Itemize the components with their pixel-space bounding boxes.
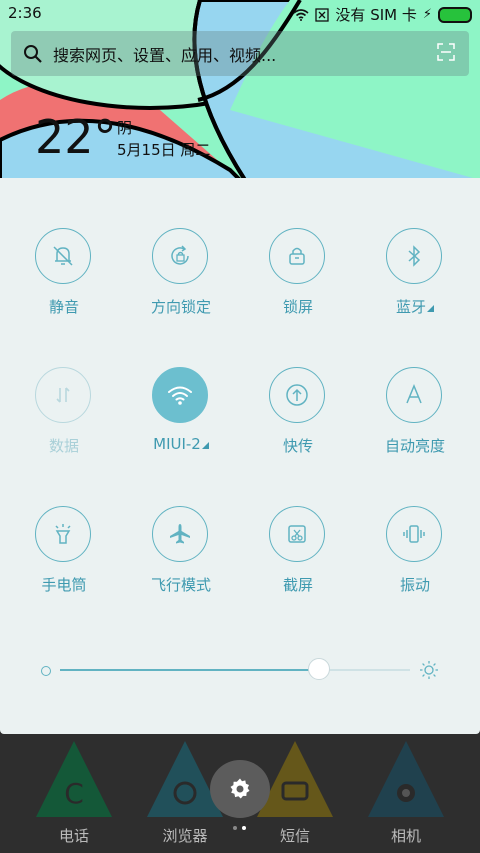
- toggle-wifi[interactable]: MIUI-2: [123, 367, 239, 487]
- weather-temperature: 22°: [35, 110, 117, 164]
- weather-date: 5月15日 周二: [117, 141, 211, 159]
- toggle-flashlight-label: 手电筒: [41, 576, 87, 594]
- toggle-lock-screen-label: 锁屏: [282, 298, 313, 316]
- page-dot: [233, 826, 237, 830]
- battery-icon: [438, 6, 472, 23]
- screenshot-icon: [288, 525, 306, 543]
- toggle-mobile-data[interactable]: 数据: [6, 367, 122, 487]
- dock-app-label: 相机: [390, 827, 421, 845]
- toggle-rotation-lock-label: 方向锁定: [150, 298, 211, 316]
- lock-icon: [289, 247, 305, 265]
- search-icon: [24, 44, 42, 63]
- brightness-fill: [60, 669, 319, 671]
- status-icons: 没有 SIM 卡 ⚡: [293, 4, 472, 25]
- toggle-airplane-mode-label: 飞行模式: [150, 576, 211, 594]
- toggle-silent[interactable]: 静音: [6, 228, 122, 348]
- wifi-icon: [168, 386, 192, 405]
- airplane-icon: [170, 524, 190, 544]
- toggle-bluetooth[interactable]: 蓝牙: [357, 228, 473, 348]
- toggle-lock-screen[interactable]: 锁屏: [240, 228, 356, 348]
- gear-icon: [230, 778, 250, 799]
- auto-brightness-icon: [406, 384, 422, 404]
- bell-off-icon: [53, 246, 73, 266]
- toggle-airplane-mode[interactable]: 飞行模式: [123, 506, 239, 626]
- phone-app-icon: C: [36, 741, 112, 817]
- camera-app-icon: [368, 741, 444, 817]
- wifi-signal-icon: [293, 8, 309, 21]
- upload-icon: [286, 384, 308, 406]
- toggle-screenshot-label: 截屏: [282, 576, 313, 594]
- toggle-bluetooth-label: 蓝牙: [357, 296, 473, 317]
- status-time: 2:36: [8, 4, 42, 22]
- toggle-screenshot[interactable]: 截屏: [240, 506, 356, 626]
- flashlight-icon: [55, 524, 71, 544]
- dock-app-phone[interactable]: C 电话: [34, 739, 114, 849]
- toggle-quick-transfer[interactable]: 快传: [240, 367, 356, 487]
- page-dot-active: [242, 826, 246, 830]
- brightness-thumb[interactable]: [308, 658, 330, 680]
- dock-app-label: 浏览器: [162, 827, 208, 845]
- scan-icon[interactable]: [437, 43, 455, 61]
- brightness-track[interactable]: [60, 658, 410, 680]
- status-bar: 2:36 没有 SIM 卡 ⚡: [0, 0, 480, 28]
- toggle-vibrate[interactable]: 振动: [357, 506, 473, 626]
- toggle-quick-transfer-label: 快传: [282, 437, 313, 455]
- toggle-flashlight[interactable]: 手电筒: [6, 506, 122, 626]
- settings-button[interactable]: [210, 760, 270, 818]
- bluetooth-icon: [408, 245, 421, 267]
- expand-triangle-icon: [427, 305, 434, 312]
- charging-icon: ⚡: [422, 7, 432, 22]
- brightness-low-icon: [41, 666, 51, 676]
- dock-app-camera[interactable]: 相机: [366, 739, 446, 849]
- toggle-auto-brightness-label: 自动亮度: [384, 437, 445, 455]
- toggle-auto-brightness[interactable]: 自动亮度: [357, 367, 473, 487]
- svg-text:C: C: [64, 777, 84, 810]
- brightness-high-icon: [420, 661, 438, 679]
- expand-triangle-icon: [201, 442, 209, 449]
- page-indicator: [233, 826, 246, 830]
- toggle-vibrate-label: 振动: [399, 576, 430, 594]
- rotation-lock-icon: [171, 245, 189, 265]
- carrier-text: 没有 SIM 卡: [335, 6, 417, 24]
- weather-condition: 阴: [117, 119, 133, 137]
- quick-settings-panel: 静音 方向锁定 锁屏 蓝牙 数据 MIUI-2 快传 自动亮度 手电筒 飞行模式…: [0, 178, 480, 734]
- toggle-wifi-label: MIUI-2: [123, 435, 239, 453]
- brightness-slider[interactable]: [40, 658, 440, 682]
- toggle-silent-label: 静音: [48, 298, 79, 316]
- weather-widget[interactable]: 22° 阴 5月15日 周二: [35, 110, 210, 164]
- toggle-rotation-lock[interactable]: 方向锁定: [123, 228, 239, 348]
- dock-app-label: 短信: [279, 827, 310, 845]
- search-bar[interactable]: 搜索网页、设置、应用、视频...: [11, 31, 469, 76]
- toggle-mobile-data-label: 数据: [48, 437, 79, 455]
- search-placeholder: 搜索网页、设置、应用、视频...: [53, 45, 277, 65]
- vibrate-icon: [403, 525, 425, 543]
- dock-app-label: 电话: [58, 827, 89, 845]
- data-arrows-icon: [56, 387, 70, 403]
- no-sim-icon: [315, 7, 330, 22]
